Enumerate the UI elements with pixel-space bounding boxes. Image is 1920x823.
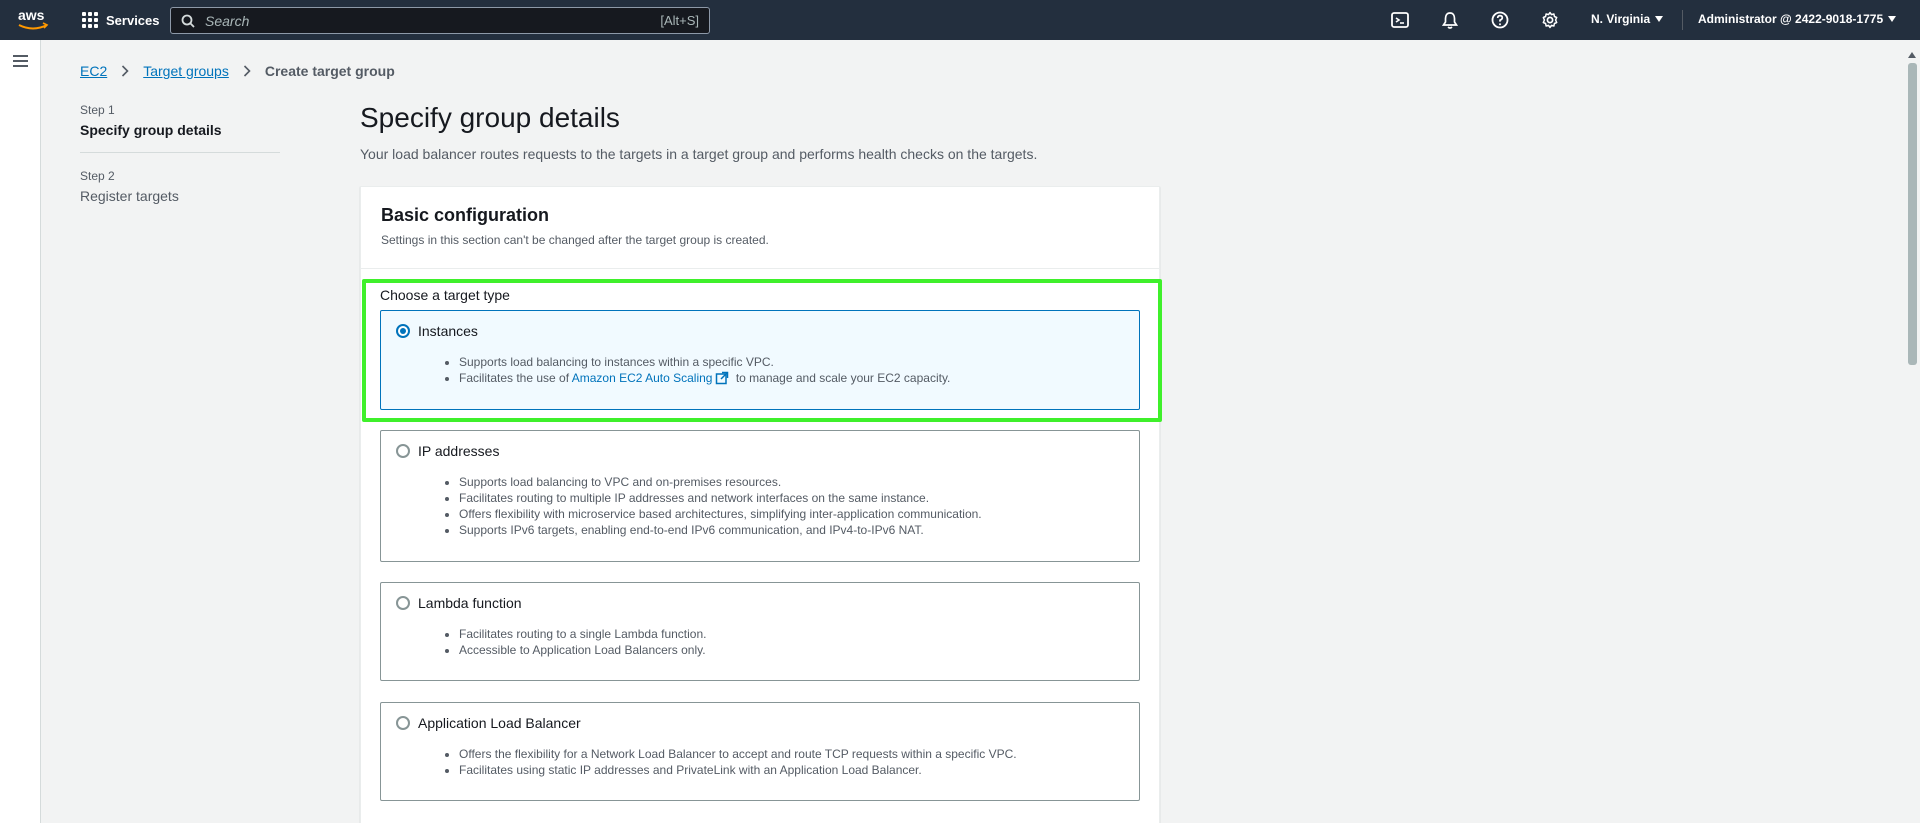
- aws-logo-icon[interactable]: aws: [16, 6, 50, 34]
- step-1-label: Specify group details: [80, 122, 222, 138]
- notifications-bell-icon[interactable]: [1440, 10, 1460, 30]
- cloudshell-icon[interactable]: [1390, 10, 1410, 30]
- panel-subtitle: Settings in this section can't be change…: [381, 233, 769, 247]
- scroll-up-arrow-icon[interactable]: [1908, 52, 1916, 58]
- services-menu-button[interactable]: Services: [82, 10, 160, 30]
- top-navigation-bar: aws Services Search [Alt+S] N. Virginia …: [0, 0, 1920, 40]
- caret-down-icon: [1888, 16, 1897, 22]
- step-1-number: Step 1: [80, 103, 115, 117]
- apps-grid-icon: [82, 12, 98, 28]
- account-menu[interactable]: Administrator @ 2422-9018-1775: [1698, 12, 1897, 26]
- wizard-steps: Step 1 Specify group details Step 2 Regi…: [80, 103, 280, 204]
- panel-header: Basic configuration Settings in this sec…: [361, 187, 1159, 269]
- option-label: IP addresses: [418, 443, 500, 459]
- bullet-item: Supports load balancing to VPC and on-pr…: [459, 474, 982, 490]
- chevron-right-icon: [243, 65, 251, 77]
- hamburger-menu-icon[interactable]: [13, 55, 28, 67]
- settings-gear-icon[interactable]: [1540, 10, 1560, 30]
- application-load-balancer-radio[interactable]: [396, 716, 410, 730]
- chevron-right-icon: [122, 65, 129, 77]
- breadcrumb: EC2 Target groups Create target group: [80, 63, 395, 79]
- lambda-function-radio[interactable]: [396, 596, 410, 610]
- panel-title: Basic configuration: [381, 205, 550, 225]
- target-type-ip-addresses-tile[interactable]: IP addresses Supports load balancing to …: [380, 430, 1140, 562]
- breadcrumb-ec2-link[interactable]: EC2: [80, 63, 107, 79]
- breadcrumb-current: Create target group: [264, 63, 395, 79]
- page-title: Specify group details: [360, 102, 620, 133]
- page-description: Your load balancer routes requests to th…: [360, 146, 1038, 162]
- step-2-label[interactable]: Register targets: [80, 188, 280, 204]
- search-shortcut-hint: [Alt+S]: [660, 13, 699, 28]
- bullet-item: Offers the flexibility for a Network Loa…: [459, 746, 1017, 762]
- option-bullets: Offers the flexibility for a Network Loa…: [459, 746, 1017, 778]
- account-label: Administrator @ 2422-9018-1775: [1698, 12, 1884, 26]
- ip-addresses-radio[interactable]: [396, 444, 410, 458]
- side-navigation-rail: [0, 40, 41, 823]
- bullet-item: Accessible to Application Load Balancers…: [459, 642, 706, 658]
- bullet-item: Offers flexibility with microservice bas…: [459, 506, 982, 522]
- bullet-item: Facilitates routing to a single Lambda f…: [459, 626, 706, 642]
- bullet-item: Facilitates using static IP addresses an…: [459, 762, 1017, 778]
- search-input[interactable]: Search [Alt+S]: [170, 7, 710, 34]
- option-label: Application Load Balancer: [418, 715, 581, 731]
- option-header: Application Load Balancer: [396, 715, 581, 731]
- caret-down-icon: [1655, 16, 1664, 22]
- option-header: IP addresses: [396, 443, 499, 459]
- scrollbar-thumb[interactable]: [1908, 63, 1917, 365]
- region-selector[interactable]: N. Virginia: [1591, 12, 1664, 26]
- search-icon: [181, 14, 195, 28]
- option-header: Lambda function: [396, 595, 522, 611]
- step-2-number: Step 2: [80, 169, 115, 183]
- bullet-item: Supports IPv6 targets, enabling end-to-e…: [459, 522, 982, 538]
- step-divider: [80, 152, 280, 153]
- services-label: Services: [106, 12, 160, 28]
- svg-text:aws: aws: [18, 7, 45, 23]
- region-label: N. Virginia: [1591, 12, 1651, 26]
- nav-divider: [1682, 10, 1683, 30]
- help-icon[interactable]: [1490, 10, 1510, 30]
- breadcrumb-target-groups-link[interactable]: Target groups: [143, 63, 229, 79]
- search-placeholder: Search: [205, 12, 250, 29]
- target-type-lambda-function-tile[interactable]: Lambda function Facilitates routing to a…: [380, 582, 1140, 681]
- option-bullets: Supports load balancing to VPC and on-pr…: [459, 474, 982, 538]
- target-type-application-load-balancer-tile[interactable]: Application Load Balancer Offers the fle…: [380, 702, 1140, 801]
- highlight-frame: [362, 279, 1162, 422]
- option-bullets: Facilitates routing to a single Lambda f…: [459, 626, 706, 658]
- bullet-item: Facilitates routing to multiple IP addre…: [459, 490, 982, 506]
- option-label: Lambda function: [418, 595, 522, 611]
